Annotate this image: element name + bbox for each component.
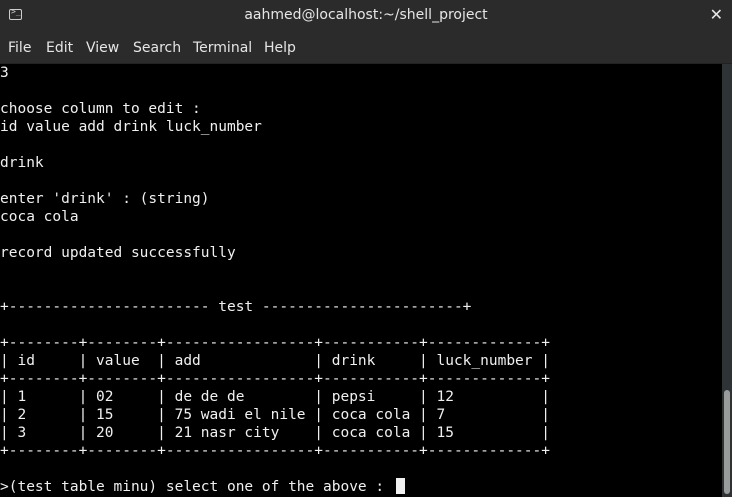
text-cursor bbox=[395, 478, 405, 494]
scrollbar[interactable] bbox=[722, 64, 732, 497]
terminal-line: | id | value | add | drink | luck_number… bbox=[0, 353, 550, 369]
menu-terminal[interactable]: Terminal bbox=[193, 40, 252, 56]
menu-bar: File Edit View Search Terminal Help bbox=[0, 32, 732, 64]
menu-edit[interactable]: Edit bbox=[46, 40, 73, 56]
terminal-line: +--------+--------+-----------------+---… bbox=[0, 335, 550, 351]
prompt-text: >(test table minu) select one of the abo… bbox=[0, 479, 393, 495]
scrollbar-thumb[interactable] bbox=[724, 390, 730, 494]
terminal-line: 3 bbox=[0, 65, 9, 81]
terminal-line: record updated successfully bbox=[0, 245, 236, 261]
close-icon[interactable]: ✕ bbox=[710, 5, 723, 24]
menu-search[interactable]: Search bbox=[133, 40, 181, 56]
terminal-line: +--------+--------+-----------------+---… bbox=[0, 443, 550, 459]
terminal-output[interactable]: 3 choose column to edit : id value add d… bbox=[0, 64, 722, 497]
prompt-line[interactable]: >(test table minu) select one of the abo… bbox=[0, 478, 405, 496]
terminal-line: +--------+--------+-----------------+---… bbox=[0, 371, 550, 387]
terminal-line: drink bbox=[0, 155, 44, 171]
menu-file[interactable]: File bbox=[8, 40, 31, 56]
terminal-line: choose column to edit : bbox=[0, 101, 201, 117]
title-bar: >_ aahmed@localhost:~/shell_project ✕ bbox=[0, 0, 732, 32]
menu-view[interactable]: View bbox=[86, 40, 119, 56]
terminal-line: | 2 | 15 | 75 wadi el nile | coca cola |… bbox=[0, 407, 550, 423]
terminal-line: id value add drink luck_number bbox=[0, 119, 262, 135]
terminal-line: | 3 | 20 | 21 nasr city | coca cola | 15… bbox=[0, 425, 550, 441]
terminal-line: +----------------------- test ----------… bbox=[0, 299, 472, 315]
terminal-line: enter 'drink' : (string) bbox=[0, 191, 210, 207]
window-title: aahmed@localhost:~/shell_project bbox=[244, 7, 488, 23]
terminal-line: | 1 | 02 | de de de | pepsi | 12 | bbox=[0, 389, 550, 405]
terminal-line: coca cola bbox=[0, 209, 79, 225]
menu-help[interactable]: Help bbox=[264, 40, 296, 56]
